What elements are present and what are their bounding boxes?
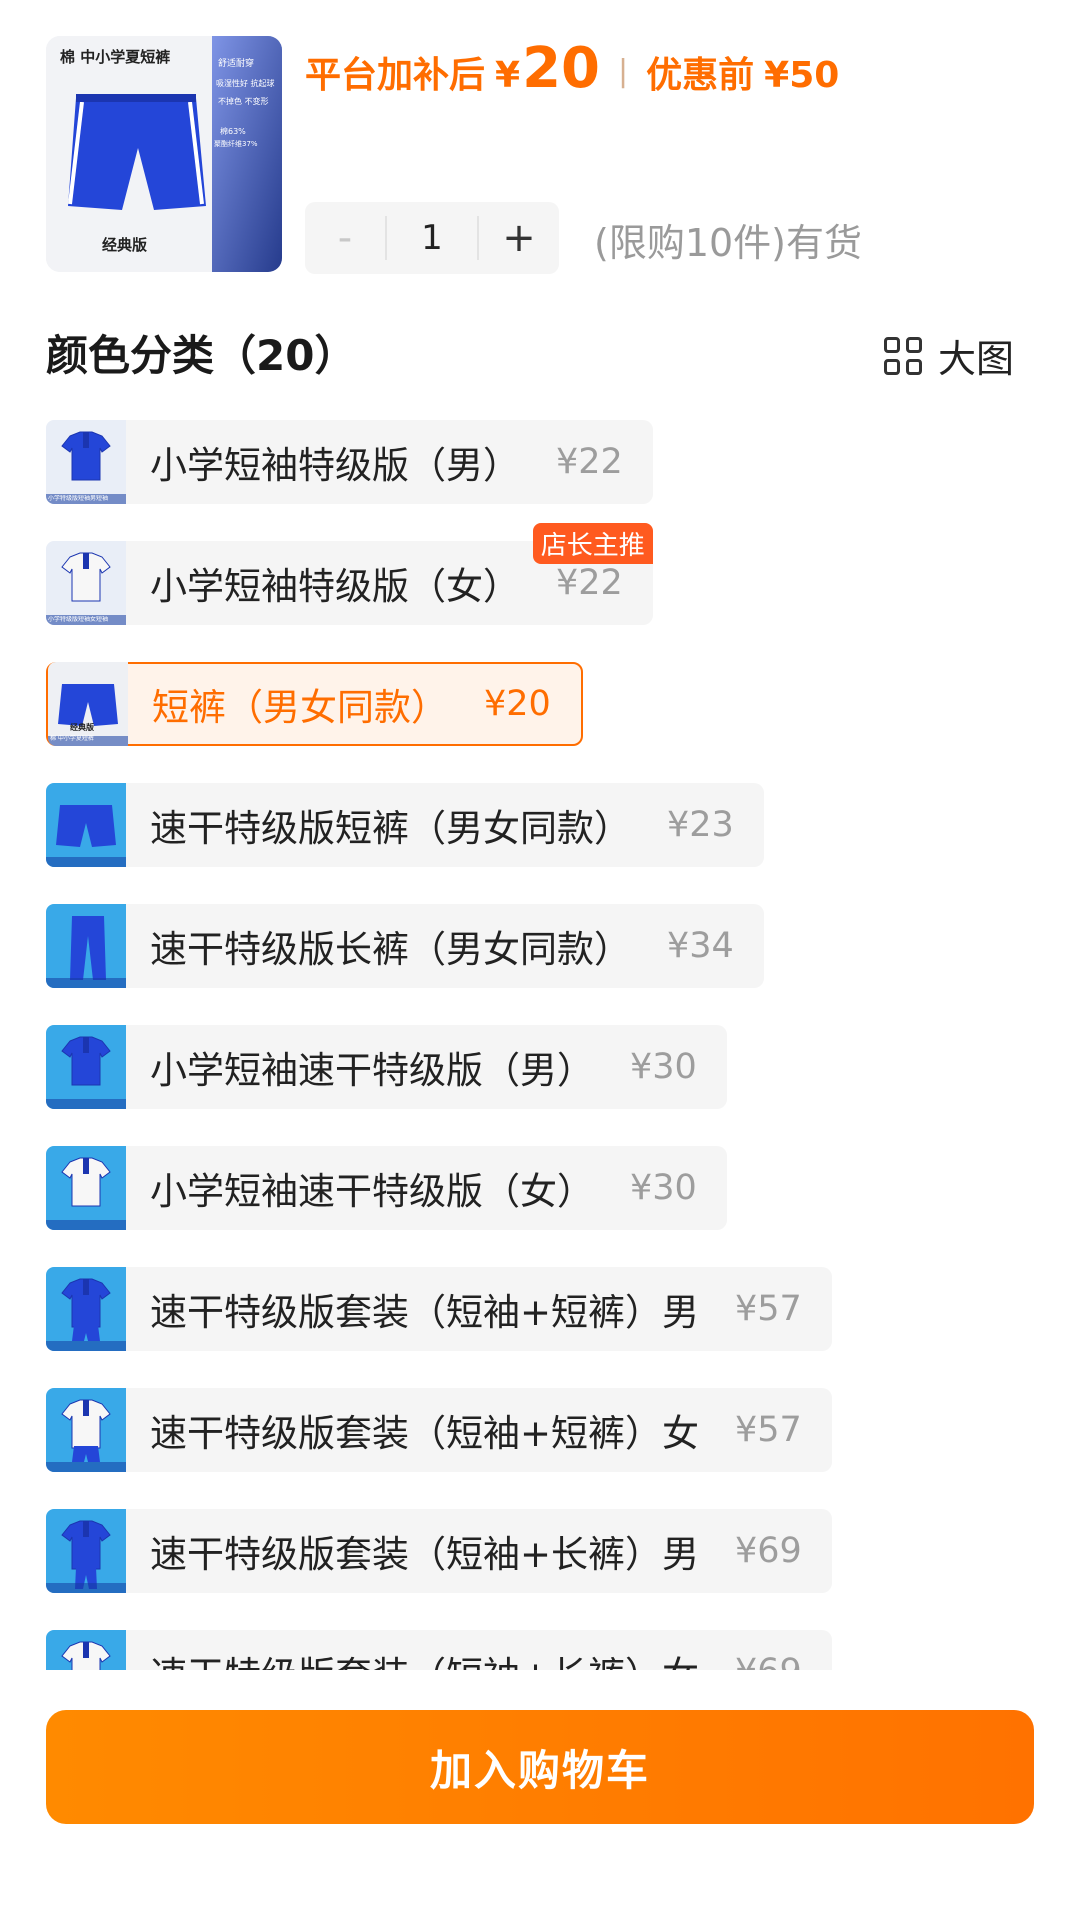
recommended-badge: 店长主推 bbox=[532, 523, 653, 564]
currency-symbol: ¥ bbox=[495, 55, 521, 96]
variant-thumbnail-caption: 小学特级版短袖女短袖 bbox=[48, 616, 109, 623]
variant-label: 速干特级版套装（短袖+长裤）男 bbox=[150, 1533, 700, 1576]
variant-options-list: 小学短袖特级版（男） ¥22 小学特级版短袖男短袖 小学短袖特级版（女） ¥22 店长主推… bbox=[46, 420, 1046, 1670]
variant-option[interactable]: 速干特级版套装（短袖+长裤）男 ¥69 bbox=[46, 1509, 832, 1593]
variant-option[interactable]: 小学短袖速干特级版（女） ¥30 bbox=[46, 1146, 727, 1230]
original-price: 50 bbox=[789, 55, 840, 96]
price-separator: | bbox=[618, 54, 629, 89]
variant-label: 速干特级版套装（短袖+长裤）女 bbox=[150, 1645, 699, 1670]
variant-thumbnail bbox=[46, 1267, 126, 1351]
variant-thumbnail bbox=[46, 1388, 126, 1472]
shorts-product-image: 棉 中小学夏短裤 舒适耐穿 吸湿性好 抗起球 不掉色 不变形 棉63% 聚酯纤维… bbox=[46, 36, 282, 272]
variant-section-title: 颜色分类（20） bbox=[46, 331, 357, 380]
quantity-stepper: - 1 + bbox=[305, 202, 559, 274]
thumb-caption: 经典版 bbox=[102, 236, 147, 254]
thumb-composition-2: 聚酯纤维37% bbox=[214, 139, 258, 148]
variant-price: ¥30 bbox=[630, 1168, 697, 1208]
variant-thumbnail bbox=[46, 783, 126, 867]
variant-price: ¥22 bbox=[556, 563, 623, 603]
variant-price: ¥57 bbox=[735, 1410, 802, 1450]
variant-label: 小学短袖特级版（女） bbox=[150, 565, 520, 608]
original-price-label: 优惠前 bbox=[646, 55, 755, 96]
variant-option[interactable]: 小学短袖速干特级版（男） ¥30 bbox=[46, 1025, 727, 1109]
variant-label: 速干特级版套装（短袖+短裤）女 bbox=[150, 1412, 700, 1455]
variant-label: 速干特级版短裤（男女同款） bbox=[150, 807, 631, 850]
thumb-composition-1: 棉63% bbox=[220, 126, 246, 136]
variant-price: ¥57 bbox=[735, 1289, 802, 1329]
variant-option[interactable]: 速干特级版套装（短袖+短裤）男 ¥57 bbox=[46, 1267, 832, 1351]
variant-option[interactable]: 速干特级版短裤（男女同款） ¥23 bbox=[46, 783, 764, 867]
variant-price: ¥23 bbox=[667, 805, 734, 845]
variant-price: ¥20 bbox=[484, 684, 551, 724]
variant-thumbnail bbox=[46, 1146, 126, 1230]
variant-thumbnail bbox=[46, 420, 126, 504]
variant-thumbnail bbox=[46, 904, 126, 988]
variant-label: 小学短袖速干特级版（男） bbox=[150, 1049, 594, 1092]
variant-price: ¥30 bbox=[630, 1047, 697, 1087]
variant-option[interactable]: 速干特级版长裤（男女同款） ¥34 bbox=[46, 904, 764, 988]
increase-quantity-button[interactable]: + bbox=[479, 202, 559, 274]
variant-label: 小学短袖速干特级版（女） bbox=[150, 1170, 594, 1213]
sku-header: 棉 中小学夏短裤 舒适耐穿 吸湿性好 抗起球 不掉色 不变形 棉63% 聚酯纤维… bbox=[0, 0, 1080, 290]
variant-thumbnail-caption: 小学特级版短袖男短袖 bbox=[48, 495, 109, 502]
original-currency-symbol: ¥ bbox=[764, 55, 790, 96]
thumb-feature-1: 舒适耐穿 bbox=[218, 57, 254, 69]
variant-thumbnail bbox=[46, 1025, 126, 1109]
grid-icon bbox=[883, 336, 922, 375]
variant-price: ¥34 bbox=[667, 926, 734, 966]
variant-thumbnail bbox=[46, 1630, 126, 1670]
price-line: 平台加补后 ¥ 20 | 优惠前 ¥ 50 bbox=[305, 36, 839, 106]
variant-thumbnail bbox=[46, 541, 126, 625]
variant-price: ¥22 bbox=[556, 442, 623, 482]
variant-label: 短裤（男女同款） bbox=[152, 686, 448, 729]
thumb-feature-3: 不掉色 不变形 bbox=[218, 96, 269, 106]
thumb-feature-2: 吸湿性好 抗起球 bbox=[216, 78, 275, 88]
large-view-label: 大图 bbox=[937, 337, 1014, 381]
variant-option[interactable]: 速干特级版套装（短袖+长裤）女 ¥69 bbox=[46, 1630, 832, 1670]
variant-option[interactable]: 小学短袖特级版（男） ¥22 小学特级版短袖男短袖 bbox=[46, 420, 653, 504]
product-thumbnail[interactable]: 棉 中小学夏短裤 舒适耐穿 吸湿性好 抗起球 不掉色 不变形 棉63% 聚酯纤维… bbox=[46, 36, 282, 272]
variant-label: 速干特级版长裤（男女同款） bbox=[150, 928, 631, 971]
variant-label: 速干特级版套装（短袖+短裤）男 bbox=[150, 1291, 700, 1334]
variant-option[interactable]: 小学短袖特级版（女） ¥22 店长主推小学特级版短袖女短袖 bbox=[46, 523, 653, 625]
large-view-toggle[interactable]: 大图 bbox=[883, 328, 1014, 383]
price-label: 平台加补后 bbox=[305, 55, 486, 96]
variant-option[interactable]: 速干特级版套装（短袖+短裤）女 ¥57 bbox=[46, 1388, 832, 1472]
variant-thumbnail bbox=[46, 1509, 126, 1593]
variant-thumbnail-edition: 经典版 bbox=[70, 723, 94, 732]
decrease-quantity-button[interactable]: - bbox=[305, 202, 385, 274]
current-price: 20 bbox=[522, 36, 601, 101]
quantity-value[interactable]: 1 bbox=[385, 216, 479, 260]
variant-thumbnail bbox=[48, 662, 128, 746]
variant-option[interactable]: 短裤（男女同款） ¥20 棉 中小学夏短裤 经典版 bbox=[46, 662, 583, 746]
variant-thumbnail-caption: 棉 中小学夏短裤 bbox=[50, 735, 94, 742]
purchase-limit-stock-note: (限购10件)有货 bbox=[594, 221, 863, 265]
add-to-cart-button[interactable]: 加入购物车 bbox=[46, 1710, 1034, 1824]
thumb-title: 棉 中小学夏短裤 bbox=[60, 48, 170, 66]
variant-label: 小学短袖特级版（男） bbox=[150, 444, 520, 487]
variant-price: ¥69 bbox=[735, 1652, 802, 1670]
variant-price: ¥69 bbox=[735, 1531, 802, 1571]
